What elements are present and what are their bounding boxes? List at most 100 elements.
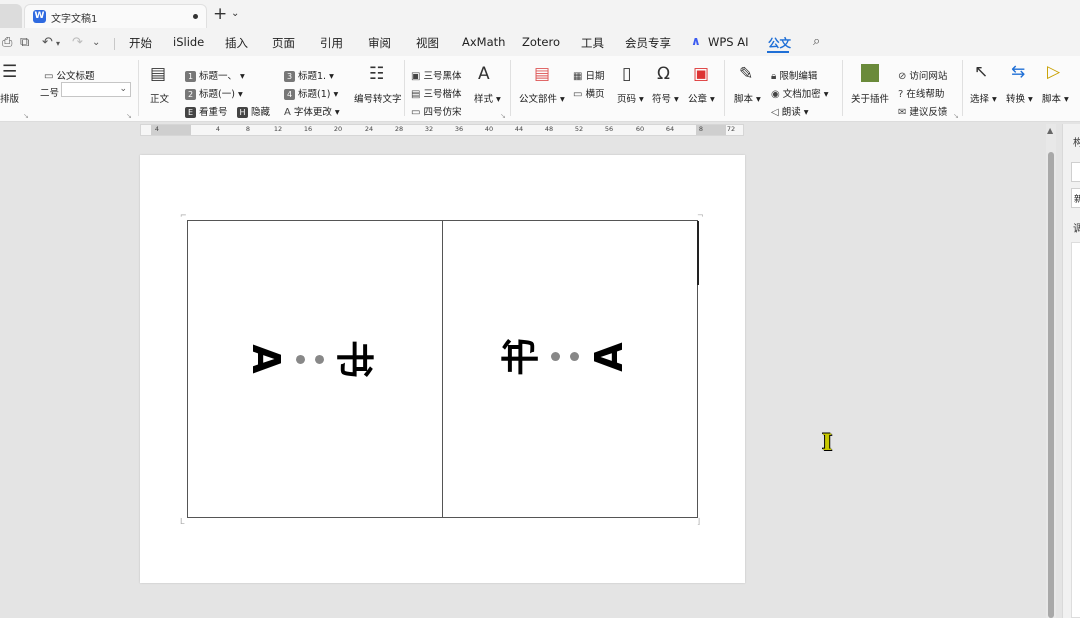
script2-button[interactable]: 脚本 ▾: [1042, 91, 1069, 105]
menu-tools[interactable]: 工具: [581, 35, 604, 51]
symbol-label: 符号: [652, 94, 672, 105]
menu-gongwen[interactable]: 公文: [768, 35, 791, 51]
table-cell-right[interactable]: 书 A: [443, 221, 698, 517]
heavy-num-button[interactable]: E 看重号: [185, 104, 228, 118]
group-expander-icon[interactable]: ↘: [500, 112, 506, 120]
font-fangsong-button[interactable]: ▭ 四号仿宋: [411, 104, 461, 118]
font-kai-button[interactable]: ▤ 三号楷体: [411, 86, 461, 100]
undo-icon[interactable]: ↶: [42, 35, 53, 50]
font-change-button[interactable]: A 字体更改 ▾: [284, 104, 340, 118]
scroll-up-icon[interactable]: ▲: [1047, 126, 1053, 135]
unsaved-dot-icon[interactable]: [193, 14, 198, 19]
document-tab[interactable]: W 文字文稿1: [24, 4, 207, 28]
date-button[interactable]: ▦ 日期: [573, 68, 604, 82]
previous-tab-stub[interactable]: [0, 4, 22, 28]
print-icon[interactable]: ⎙: [2, 35, 12, 50]
convert-icon[interactable]: ⇆: [1011, 62, 1025, 82]
doc-title-icon: ▭: [44, 71, 54, 82]
landscape-button[interactable]: ▭ 横页: [573, 86, 604, 100]
menu-member[interactable]: 会员专享: [625, 35, 671, 51]
read-aloud-button[interactable]: ◁ 朗读 ▾: [771, 104, 809, 118]
vertical-scrollbar[interactable]: ▲: [1046, 124, 1056, 618]
visit-site-button[interactable]: ⊘ 访问网站: [898, 68, 947, 82]
side-panel-field[interactable]: [1071, 162, 1080, 182]
heading4-button[interactable]: 4 标题(1) ▾: [284, 86, 338, 100]
doc-parts-button[interactable]: 公文部件 ▾: [519, 91, 565, 105]
font-size-dropdown[interactable]: ⌄: [61, 82, 131, 97]
seal-icon[interactable]: ▣: [693, 64, 709, 84]
doc-encrypt-button[interactable]: ◉ 文档加密 ▾: [771, 86, 829, 100]
landscape-label: 横页: [585, 89, 605, 100]
style-icon[interactable]: A: [478, 64, 490, 84]
layout-button[interactable]: 排版: [0, 91, 19, 105]
heading3-button[interactable]: 3 标题1. ▾: [284, 68, 334, 82]
menu-references[interactable]: 引用: [320, 35, 343, 51]
doc-parts-label: 公文部件: [519, 94, 558, 105]
speaker-icon: ◁: [771, 107, 779, 118]
wps-ai-logo-icon: ∧: [691, 34, 701, 48]
page-num-button[interactable]: 页码 ▾: [617, 91, 644, 105]
link-icon: ⊘: [898, 71, 907, 82]
horizontal-ruler[interactable]: 4 4 8 12 16 20 24 28 32 36 40 44 48 52 5…: [140, 124, 744, 136]
layout-icon[interactable]: ☰: [2, 62, 17, 82]
menu-wps-ai[interactable]: WPS AI: [708, 35, 749, 49]
select-button[interactable]: 选择 ▾: [970, 91, 997, 105]
redo-icon[interactable]: ↷: [72, 35, 83, 50]
scrollbar-thumb[interactable]: [1048, 152, 1054, 618]
mail-icon: ✉: [898, 107, 907, 118]
print-preview-icon[interactable]: ⧉: [20, 35, 29, 50]
script-icon[interactable]: ✎: [739, 64, 753, 84]
search-icon[interactable]: ⌕: [813, 34, 820, 49]
crop-mark: L: [180, 517, 185, 526]
hide-button[interactable]: H 隐藏: [237, 104, 270, 118]
document-page[interactable]: ⌐ ¬ L ⌋ 书 A 书 A: [140, 155, 745, 583]
quick-access-dropdown-icon[interactable]: ⌄: [92, 37, 100, 48]
plugin-avatar-icon[interactable]: [861, 64, 879, 82]
new-tab-button[interactable]: +: [213, 5, 227, 23]
group-expander-icon[interactable]: ↘: [126, 112, 132, 120]
play-script-icon[interactable]: ▷: [1047, 62, 1060, 82]
restrict-edit-button[interactable]: 🔒︎ 限制编辑: [771, 68, 817, 82]
menu-view[interactable]: 视图: [416, 35, 439, 51]
seal-button[interactable]: 公章 ▾: [688, 91, 715, 105]
ruler-tick: 24: [364, 125, 374, 133]
cursor-select-icon[interactable]: ↖: [974, 62, 988, 82]
side-panel-field[interactable]: 新: [1071, 188, 1080, 208]
feedback-button[interactable]: ✉ 建议反馈: [898, 104, 947, 118]
about-plugin-button[interactable]: 关于插件: [851, 91, 889, 105]
document-table[interactable]: 书 A 书 A: [187, 220, 699, 518]
heading1-button[interactable]: 1 标题一、 ▾: [185, 68, 245, 82]
symbol-button[interactable]: 符号 ▾: [652, 91, 679, 105]
font-black-button[interactable]: ▣ 三号黑体: [411, 68, 461, 82]
menu-zotero[interactable]: Zotero: [522, 35, 560, 49]
undo-dropdown-icon[interactable]: ▾: [56, 39, 60, 48]
number-to-text-button[interactable]: 编号转文字: [354, 91, 402, 105]
table-cell-left[interactable]: 书 A: [188, 221, 443, 517]
online-help-button[interactable]: ? 在线帮助: [898, 86, 944, 100]
doc-parts-icon[interactable]: ▤: [534, 64, 550, 84]
menu-axmath[interactable]: AxMath: [462, 35, 505, 49]
menu-islide[interactable]: iSlide: [173, 35, 204, 49]
convert-button[interactable]: 转换 ▾: [1006, 91, 1033, 105]
heading2-button[interactable]: 2 标题(一) ▾: [185, 86, 243, 100]
body-text-icon[interactable]: ▤: [150, 64, 166, 84]
number-list-icon[interactable]: ☷: [369, 64, 384, 84]
style-button[interactable]: 样式 ▾: [474, 91, 501, 105]
group-expander-icon[interactable]: ↘: [953, 112, 959, 120]
menu-review[interactable]: 审阅: [368, 35, 391, 51]
omega-icon[interactable]: Ω: [657, 64, 670, 84]
menu-page[interactable]: 页面: [272, 35, 295, 51]
page-num-icon[interactable]: ▯: [622, 64, 631, 84]
crop-mark: ¬: [697, 211, 704, 220]
style-label: 样式: [474, 94, 494, 105]
menu-home[interactable]: 开始: [129, 35, 152, 51]
body-text-button[interactable]: 正文: [150, 91, 169, 105]
doc-title-button[interactable]: ▭ 公文标题: [44, 68, 94, 82]
script-button[interactable]: 脚本 ▾: [734, 91, 761, 105]
tab-dropdown-icon[interactable]: ⌄: [231, 8, 239, 19]
ruler-tick: 40: [484, 125, 494, 133]
group-expander-icon[interactable]: ↘: [23, 112, 29, 120]
side-panel-content[interactable]: [1071, 242, 1080, 618]
menu-insert[interactable]: 插入: [225, 35, 248, 51]
ruler-tick: 56: [604, 125, 614, 133]
